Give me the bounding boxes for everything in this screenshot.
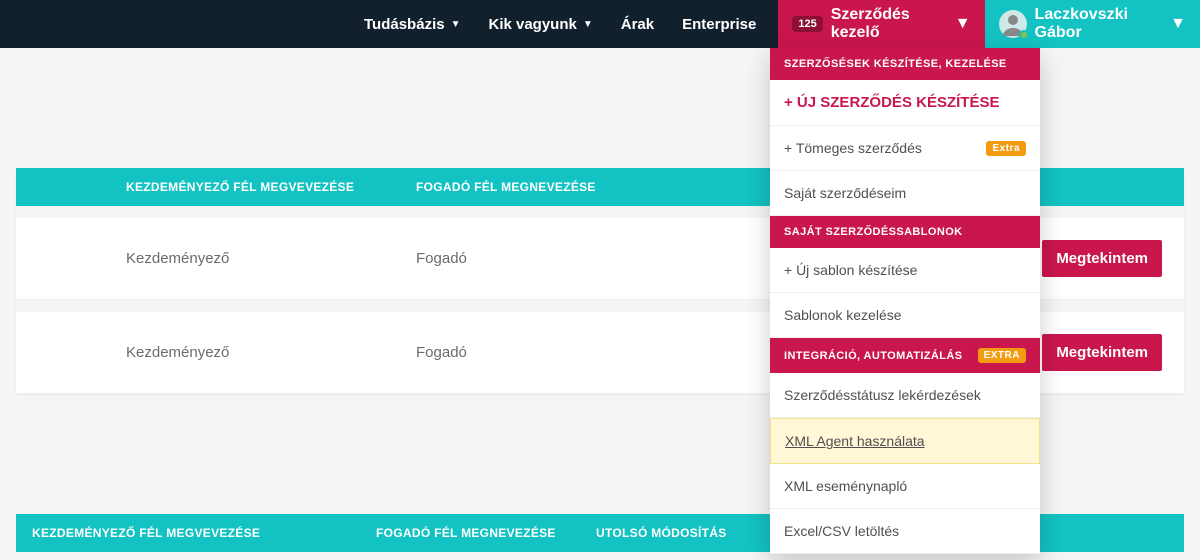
nav-knowledgebase[interactable]: Tudásbázis ▼ (350, 0, 474, 48)
dropdown-item-label: XML Agent használata (785, 433, 925, 449)
user-name: Laczkovszki Gábor (1035, 6, 1163, 42)
nav-user-menu[interactable]: Laczkovszki Gábor ▼ (985, 0, 1200, 48)
extra-badge: Extra (986, 141, 1026, 156)
avatar (999, 10, 1027, 38)
dropdown-item-label: + Új sablon készítése (784, 262, 917, 278)
dropdown-section-title: SZERZŐSÉSEK KÉSZÍTÉSE, KEZELÉSE (784, 58, 1007, 70)
table2-header-initiator: KEZDEMÉNYEZŐ FÉL MEGVEVEZÉSE (16, 526, 376, 540)
nav-label: Szerződés kezelő (831, 6, 947, 42)
nav-label: Enterprise (682, 16, 756, 33)
caret-down-icon: ▼ (955, 15, 971, 33)
top-navbar: Tudásbázis ▼ Kik vagyunk ▼ Árak Enterpri… (0, 0, 1200, 48)
dropdown-item-label: XML eseménynapló (784, 478, 907, 494)
dropdown-item-label: Saját szerződéseim (784, 185, 906, 201)
nav-about[interactable]: Kik vagyunk ▼ (474, 0, 606, 48)
nav-label: Árak (621, 16, 654, 33)
caret-down-icon: ▼ (1170, 15, 1186, 33)
dropdown-item-new-contract[interactable]: + ÚJ SZERZŐDÉS KÉSZÍTÉSE (770, 80, 1040, 126)
dropdown-item-status-queries[interactable]: Szerződésstátusz lekérdezések (770, 373, 1040, 418)
view-button[interactable]: Megtekintem (1042, 240, 1162, 277)
contract-manager-dropdown: SZERZŐSÉSEK KÉSZÍTÉSE, KEZELÉSE + ÚJ SZE… (770, 48, 1040, 554)
cell-initiator: Kezdeményező (16, 344, 416, 361)
view-button[interactable]: Megtekintem (1042, 334, 1162, 371)
dropdown-item-excel-csv[interactable]: Excel/CSV letöltés (770, 509, 1040, 554)
dropdown-section-title: INTEGRÁCIÓ, AUTOMATIZÁLÁS (784, 350, 962, 362)
caret-down-icon: ▼ (451, 19, 461, 30)
nav-label: Tudásbázis (364, 16, 445, 33)
dropdown-item-new-template[interactable]: + Új sablon készítése (770, 248, 1040, 293)
dropdown-section-header: SZERZŐSÉSEK KÉSZÍTÉSE, KEZELÉSE (770, 48, 1040, 80)
dropdown-item-xml-log[interactable]: XML eseménynapló (770, 464, 1040, 509)
nav-contract-manager[interactable]: 125 Szerződés kezelő ▼ (778, 0, 984, 48)
caret-down-icon: ▼ (583, 19, 593, 30)
dropdown-section-header: SAJÁT SZERZŐDÉSSABLONOK (770, 216, 1040, 248)
nav-enterprise[interactable]: Enterprise (668, 0, 770, 48)
dropdown-section-header: INTEGRÁCIÓ, AUTOMATIZÁLÁS EXTRA (770, 338, 1040, 373)
dropdown-item-manage-templates[interactable]: Sablonok kezelése (770, 293, 1040, 338)
contract-count-badge: 125 (792, 16, 822, 32)
nav-label: Kik vagyunk (488, 16, 576, 33)
extra-badge: EXTRA (978, 348, 1026, 363)
dropdown-item-my-contracts[interactable]: Saját szerződéseim (770, 171, 1040, 216)
table-header-initiator: KEZDEMÉNYEZŐ FÉL MEGVEVEZÉSE (16, 180, 416, 194)
cell-initiator: Kezdeményező (16, 250, 416, 267)
dropdown-item-label: Excel/CSV letöltés (784, 523, 899, 539)
dropdown-item-label: Szerződésstátusz lekérdezések (784, 387, 981, 403)
dropdown-section-title: SAJÁT SZERZŐDÉSSABLONOK (784, 226, 963, 238)
dropdown-item-label: Sablonok kezelése (784, 307, 902, 323)
nav-pricing[interactable]: Árak (607, 0, 668, 48)
dropdown-item-xml-agent[interactable]: XML Agent használata (770, 418, 1040, 464)
dropdown-item-label: + ÚJ SZERZŐDÉS KÉSZÍTÉSE (784, 94, 999, 111)
presence-dot-icon (1019, 30, 1029, 40)
table2-header-receiver: FOGADÓ FÉL MEGNEVEZÉSE (376, 526, 596, 540)
dropdown-item-bulk-contract[interactable]: + Tömeges szerződés Extra (770, 126, 1040, 171)
dropdown-item-label: + Tömeges szerződés (784, 140, 922, 156)
